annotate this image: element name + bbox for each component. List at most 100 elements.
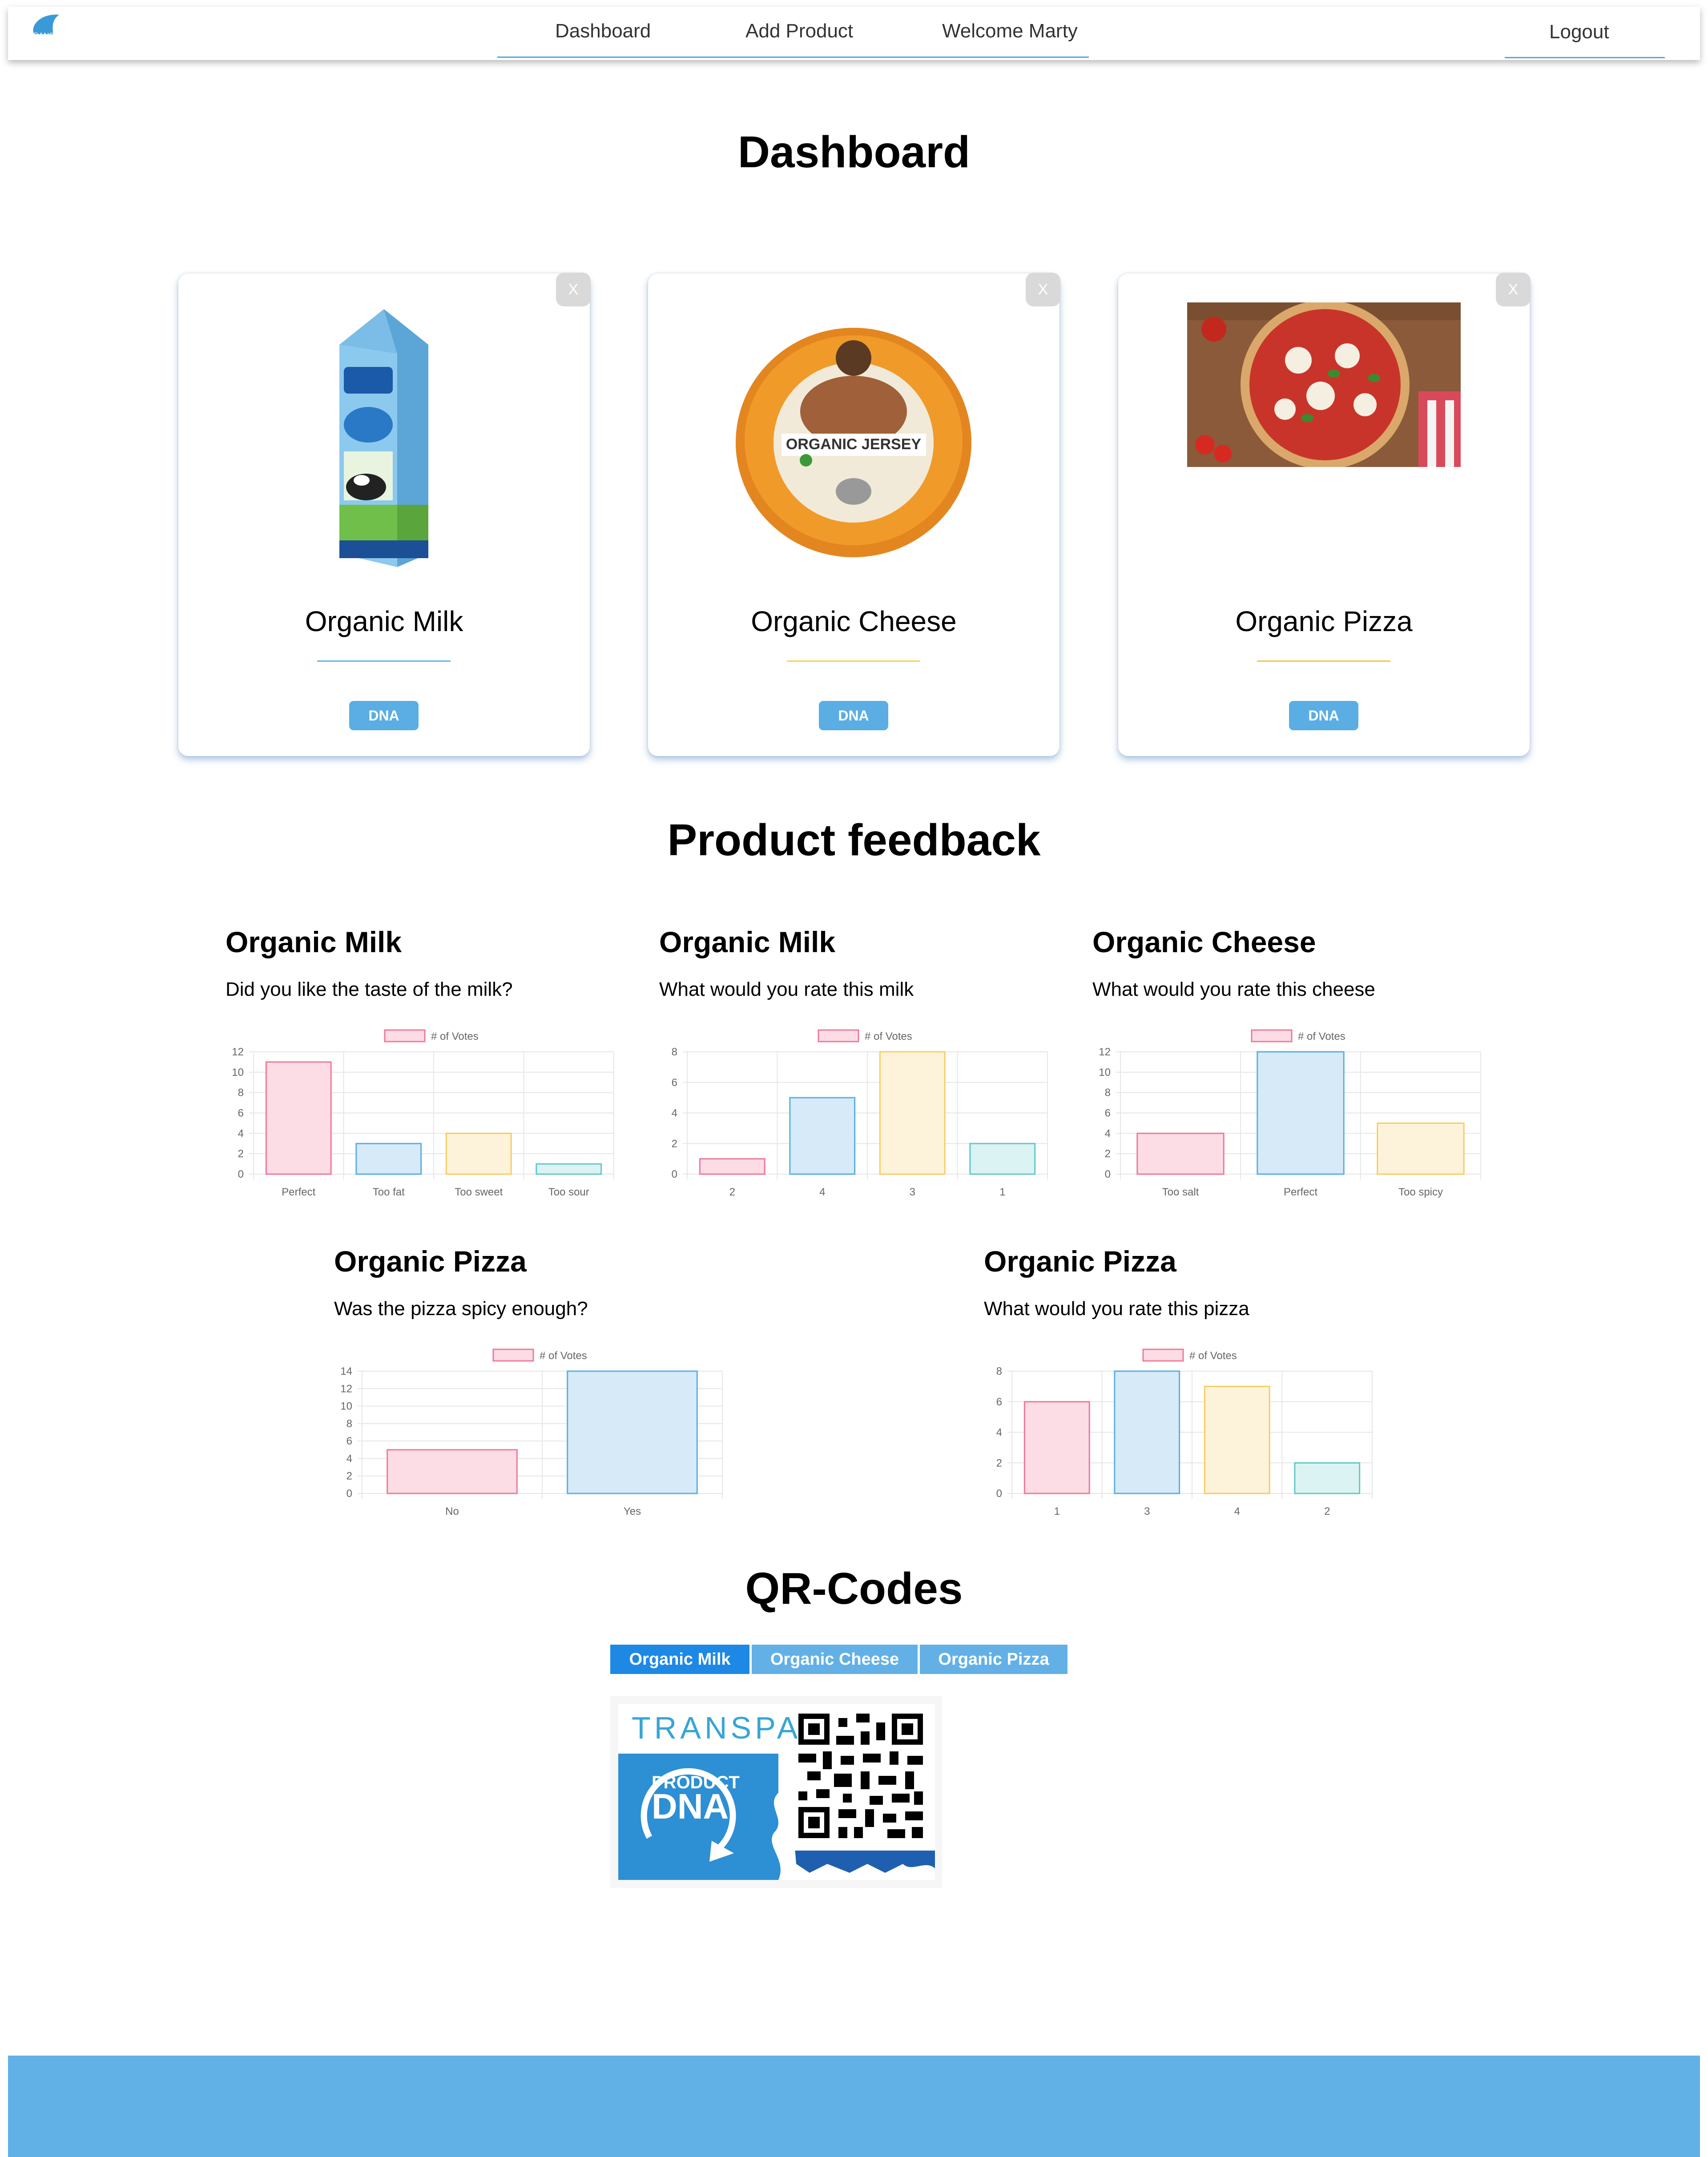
- bar: [265, 1061, 332, 1175]
- transpa-logo[interactable]: TRANSPA: [26, 11, 75, 47]
- legend-label: # of Votes: [865, 1030, 912, 1042]
- product-title: Organic Pizza: [1235, 605, 1413, 637]
- svg-text:ORGANIC JERSEY: ORGANIC JERSEY: [786, 436, 921, 453]
- y-tick-label: 12: [1099, 1046, 1111, 1058]
- feedback-title: Product feedback: [667, 815, 1041, 865]
- feedback-chart-cheese-rating: # of Votes 0 2 4 6 8 10 12 Too salt Perfect Too sp…: [1099, 1029, 1481, 1198]
- product-title: Organic Cheese: [751, 605, 957, 637]
- x-tick-label: Perfect: [1284, 1186, 1317, 1198]
- bar: [387, 1449, 518, 1494]
- qr-code-icon: [798, 1714, 923, 1838]
- nav-dashboard[interactable]: Dashboard: [555, 20, 651, 42]
- product-card-cheese[interactable]: X ORGANIC JERSEY Organic Cheese DNA: [648, 273, 1060, 756]
- x-tick-label: Too sour: [548, 1186, 589, 1198]
- legend-swatch: [818, 1029, 859, 1042]
- x-tick-label: Yes: [624, 1505, 641, 1517]
- legend-label: # of Votes: [431, 1030, 479, 1042]
- qr-tab-milk[interactable]: Organic Milk: [610, 1645, 749, 1674]
- bar: [879, 1051, 946, 1175]
- qr-brand-text: TRANSPA: [632, 1710, 801, 1745]
- feedback-question: Was the pizza spicy enough?: [334, 1298, 588, 1320]
- bar: [536, 1163, 602, 1175]
- legend-label: # of Votes: [540, 1350, 587, 1362]
- nav-links: Dashboard Add Product Welcome Marty: [497, 7, 1089, 58]
- bar: [567, 1370, 698, 1494]
- y-tick-label: 6: [996, 1396, 1002, 1408]
- y-tick-label: 2: [996, 1457, 1002, 1469]
- y-tick-label: 0: [996, 1488, 1002, 1500]
- bar: [1023, 1401, 1090, 1494]
- close-button[interactable]: X: [1496, 273, 1531, 306]
- legend-label: # of Votes: [1189, 1350, 1237, 1362]
- title-underline: [317, 660, 451, 662]
- nav-add-product[interactable]: Add Product: [745, 20, 853, 42]
- y-tick-label: 10: [1099, 1066, 1111, 1078]
- y-tick-label: 6: [672, 1077, 677, 1089]
- y-tick-label: 4: [238, 1127, 244, 1139]
- y-tick-label: 4: [346, 1453, 352, 1465]
- x-tick-label: Perfect: [282, 1186, 315, 1198]
- y-tick-label: 2: [1105, 1148, 1111, 1160]
- bar: [1204, 1385, 1270, 1494]
- y-tick-label: 2: [238, 1148, 244, 1160]
- x-tick-label: Too salt: [1162, 1186, 1199, 1198]
- page-title: Dashboard: [737, 127, 971, 177]
- y-tick-label: 12: [340, 1383, 352, 1395]
- legend-swatch: [492, 1348, 534, 1362]
- y-tick-label: 6: [346, 1435, 352, 1447]
- x-tick-label: 4: [819, 1186, 825, 1198]
- feedback-chart-milk-rating: # of Votes 0 2 4 6 8 2 4 3 1: [672, 1029, 1048, 1198]
- legend-swatch: [1251, 1029, 1293, 1042]
- close-button[interactable]: X: [556, 273, 591, 306]
- legend-swatch: [1142, 1348, 1184, 1362]
- feedback-product-title: Organic Milk: [659, 926, 836, 958]
- feedback-question: What would you rate this pizza: [984, 1298, 1249, 1320]
- y-tick-label: 8: [346, 1418, 352, 1430]
- y-tick-label: 0: [672, 1168, 677, 1180]
- dna-button[interactable]: DNA: [349, 701, 419, 730]
- feedback-product-title: Organic Pizza: [334, 1245, 527, 1278]
- qr-title: QR-Codes: [745, 1564, 963, 1614]
- product-card-pizza[interactable]: X Organic Pizza DNA: [1118, 273, 1531, 756]
- x-tick-label: 2: [729, 1186, 735, 1198]
- y-tick-label: 8: [672, 1046, 677, 1058]
- x-tick-label: 4: [1234, 1505, 1240, 1517]
- dna-button[interactable]: DNA: [1289, 701, 1358, 730]
- x-tick-label: No: [445, 1505, 459, 1517]
- nav-welcome-user[interactable]: Welcome Marty: [942, 20, 1078, 42]
- feedback-chart-pizza-spicy: # of Votes 0 2 4 6 8 10 12 14 No Yes: [340, 1348, 723, 1517]
- y-tick-label: 4: [996, 1427, 1002, 1439]
- product-card-milk[interactable]: X Organic Milk DNA: [178, 273, 591, 756]
- y-tick-label: 8: [1105, 1087, 1111, 1099]
- bar: [699, 1158, 765, 1175]
- logout-container: Logout: [1505, 7, 1665, 58]
- y-tick-label: 8: [996, 1365, 1002, 1377]
- bar: [1257, 1051, 1345, 1175]
- bar: [445, 1132, 512, 1175]
- bar: [789, 1097, 856, 1175]
- feedback-product-title: Organic Cheese: [1092, 926, 1316, 958]
- qr-tab-pizza[interactable]: Organic Pizza: [920, 1645, 1068, 1674]
- y-tick-label: 10: [340, 1400, 352, 1413]
- x-tick-label: Too sweet: [455, 1186, 503, 1198]
- close-button[interactable]: X: [1026, 273, 1060, 306]
- x-tick-label: Too fat: [373, 1186, 405, 1198]
- x-tick-label: 1: [999, 1186, 1005, 1198]
- bar: [355, 1143, 422, 1175]
- milk-carton-image: [339, 309, 428, 567]
- title-underline: [787, 660, 920, 662]
- y-tick-label: 2: [346, 1470, 352, 1482]
- x-tick-label: 3: [1144, 1505, 1150, 1517]
- bar: [1294, 1462, 1361, 1494]
- x-tick-label: 3: [910, 1186, 915, 1198]
- y-tick-label: 6: [238, 1107, 244, 1119]
- y-tick-label: 0: [1105, 1168, 1111, 1180]
- logo-text: TRANSPA: [28, 31, 64, 40]
- y-tick-label: 6: [1105, 1107, 1111, 1119]
- x-tick-label: Too spicy: [1398, 1186, 1443, 1198]
- logout-link[interactable]: Logout: [1549, 21, 1609, 43]
- dna-button[interactable]: DNA: [819, 701, 888, 730]
- qr-label-image: TRANSPA PRODUCT DNA: [618, 1704, 935, 1880]
- legend-label: # of Votes: [1298, 1030, 1345, 1042]
- qr-tab-cheese[interactable]: Organic Cheese: [752, 1645, 918, 1674]
